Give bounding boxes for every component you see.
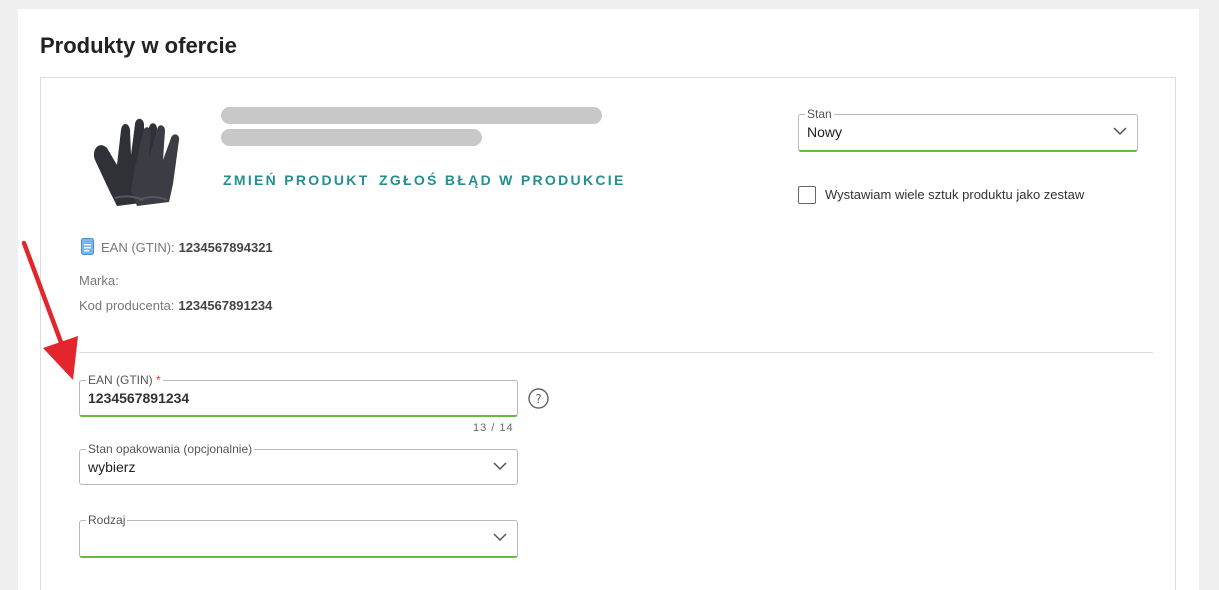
producer-code-label: Kod producenta: [79, 298, 175, 313]
chevron-down-icon [1113, 127, 1127, 136]
change-product-button[interactable]: ZMIEŃ PRODUKT [223, 172, 370, 188]
document-icon [81, 238, 94, 255]
condition-select[interactable]: Stan Nowy [798, 107, 1138, 152]
package-condition-value: wybierz [88, 459, 136, 475]
brand-info: Marka: [79, 273, 123, 288]
question-circle-icon[interactable]: ? [528, 388, 549, 409]
chevron-down-icon [493, 462, 507, 471]
condition-value: Nowy [807, 124, 843, 140]
product-box: ZMIEŃ PRODUKT ZGŁOŚ BŁĄD W PRODUKCIE Sta… [40, 77, 1176, 590]
set-checkbox-label: Wystawiam wiele sztuk produktu jako zest… [825, 187, 1085, 202]
ean-info-label: EAN (GTIN): [101, 240, 175, 255]
ean-info-value: 1234567894321 [178, 240, 273, 255]
svg-text:?: ? [535, 392, 541, 406]
page-title: Produkty w ofercie [40, 33, 237, 58]
type-select[interactable]: Rodzaj [79, 513, 518, 558]
producer-code-info: Kod producenta: 1234567891234 [79, 298, 272, 313]
ean-input-value: 1234567891234 [88, 390, 190, 406]
page-card: Produkty w ofercie ZMIEŃ PRODUKT ZGŁOŚ B… [18, 9, 1199, 590]
producer-code-value: 1234567891234 [178, 298, 273, 313]
ean-char-counter: 13 / 14 [473, 422, 514, 434]
chevron-down-icon [493, 533, 507, 542]
set-checkbox[interactable] [798, 186, 816, 204]
section-divider [79, 352, 1153, 353]
product-name-line-2 [221, 129, 482, 146]
brand-info-label: Marka: [79, 273, 119, 288]
product-image [93, 118, 180, 206]
report-error-button[interactable]: ZGŁOŚ BŁĄD W PRODUKCIE [379, 172, 626, 188]
package-condition-select[interactable]: Stan opakowania (opcjonalnie) wybierz [79, 442, 518, 485]
ean-info: EAN (GTIN): 1234567894321 [101, 240, 273, 255]
type-label: Rodzaj [86, 513, 128, 527]
product-name-line-1 [221, 107, 602, 124]
ean-input[interactable]: EAN (GTIN) * 1234567891234 [79, 373, 518, 417]
